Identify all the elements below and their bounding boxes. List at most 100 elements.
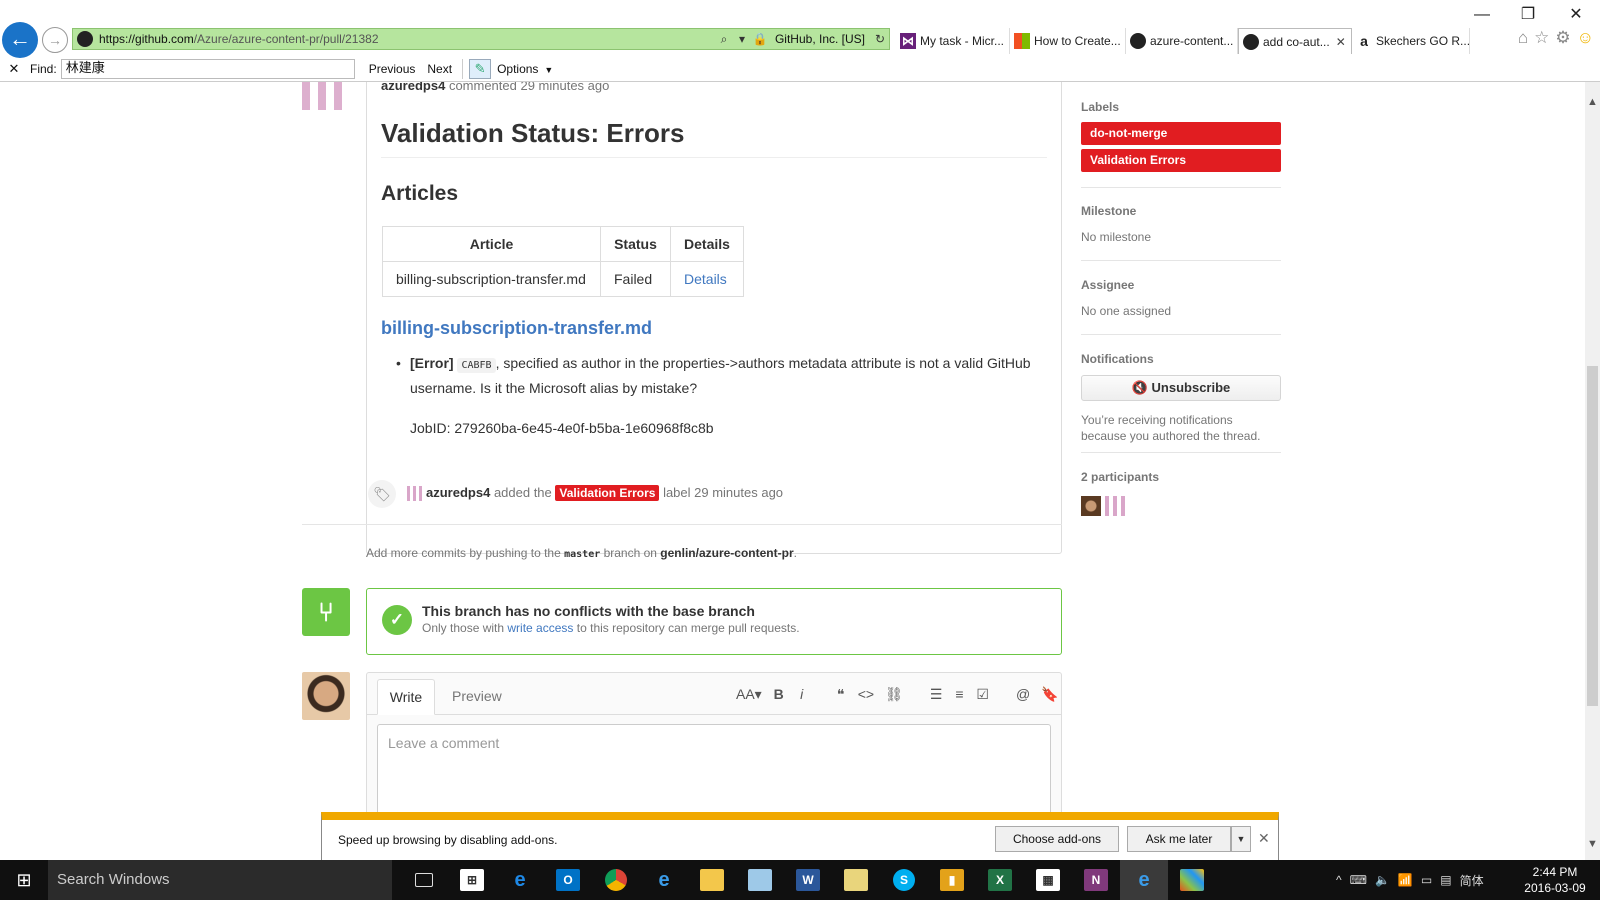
find-next-button[interactable]: Next xyxy=(427,62,452,76)
search-icon[interactable]: ⌕ xyxy=(715,32,733,47)
code-icon[interactable]: <> xyxy=(858,686,874,703)
notes-icon[interactable] xyxy=(736,860,784,900)
tab-my-task[interactable]: ⋈ My task - Micr... xyxy=(896,28,1010,54)
scrollbar[interactable]: ▲ ▼ xyxy=(1585,82,1600,860)
skype-icon[interactable]: S xyxy=(880,860,928,900)
labels-heading[interactable]: Labels xyxy=(1081,100,1119,114)
wifi-icon[interactable]: 📶 xyxy=(1398,873,1413,887)
battery-icon[interactable]: ▭ xyxy=(1421,873,1432,887)
find-previous-button[interactable]: Previous xyxy=(369,62,416,76)
chrome-icon[interactable] xyxy=(592,860,640,900)
quote-icon[interactable]: ❝ xyxy=(835,686,847,703)
notification-reason: You’re receiving notifications because y… xyxy=(1081,413,1261,443)
taskbar-search[interactable]: Search Windows xyxy=(48,860,392,900)
close-icon[interactable]: ✕ xyxy=(1258,830,1270,847)
find-input[interactable]: 林建康 xyxy=(60,59,355,79)
scroll-up-icon[interactable]: ▲ xyxy=(1587,96,1598,108)
avatar[interactable] xyxy=(1081,496,1101,516)
tab-add-co-author[interactable]: add co-aut... ✕ xyxy=(1238,28,1352,54)
dropdown-icon[interactable]: ▾ xyxy=(733,32,751,46)
validation-errors-label[interactable]: Validation Errors xyxy=(555,485,660,501)
avatar[interactable] xyxy=(302,82,342,110)
bookmark-icon[interactable]: 🔖 xyxy=(1041,686,1058,703)
forward-button[interactable]: → xyxy=(42,27,68,53)
volume-icon[interactable]: 🔈 xyxy=(1375,873,1390,887)
close-window-icon[interactable]: ✕ xyxy=(1556,4,1596,26)
onenote-icon[interactable]: N xyxy=(1072,860,1120,900)
file-explorer-icon[interactable] xyxy=(688,860,736,900)
close-find-icon[interactable]: ✕ xyxy=(4,61,24,77)
action-center-icon[interactable]: ▤ xyxy=(1440,873,1451,887)
scroll-down-icon[interactable]: ▼ xyxy=(1587,838,1598,850)
page-content: azuredps4 commented 29 minutes ago Valid… xyxy=(0,82,1585,860)
minimize-icon[interactable]: — xyxy=(1462,4,1502,26)
avatar[interactable] xyxy=(1105,496,1125,516)
comment-timestamp[interactable]: commented 29 minutes ago xyxy=(449,82,609,93)
tab-azure-content[interactable]: azure-content... xyxy=(1126,28,1238,54)
url-text[interactable]: https://github.com/Azure/azure-content-p… xyxy=(99,32,715,46)
bullet-list-icon[interactable]: ☰ xyxy=(930,686,943,703)
choose-addons-button[interactable]: Choose add-ons xyxy=(995,826,1119,852)
task-view-icon[interactable] xyxy=(400,860,448,900)
back-button[interactable]: ← xyxy=(2,22,38,58)
outlook-icon[interactable]: O xyxy=(544,860,592,900)
label-do-not-merge[interactable]: do-not-merge xyxy=(1081,122,1281,145)
bold-icon[interactable]: B xyxy=(773,686,785,703)
write-access-link[interactable]: write access xyxy=(507,621,573,635)
smiley-feedback-icon[interactable]: ☺ xyxy=(1577,28,1594,48)
git-app-icon[interactable] xyxy=(1168,860,1216,900)
app-icon[interactable]: ▮ xyxy=(928,860,976,900)
certificate-label[interactable]: GitHub, Inc. [US] xyxy=(775,32,865,46)
taskbar-apps: ⊞ e O e W S ▮ X ▦ N e xyxy=(400,860,1216,900)
mention-icon[interactable]: @ xyxy=(1016,686,1030,703)
avatar[interactable] xyxy=(407,486,422,501)
ime-indicator[interactable]: 简体 xyxy=(1460,872,1484,889)
show-hidden-icons-icon[interactable]: ^ xyxy=(1336,873,1342,887)
favorites-star-icon[interactable]: ☆ xyxy=(1534,28,1549,48)
event-author[interactable]: azuredps4 xyxy=(426,485,490,500)
tab-write[interactable]: Write xyxy=(377,679,435,715)
home-icon[interactable]: ⌂ xyxy=(1518,28,1528,48)
tab-strip: ⋈ My task - Micr... How to Create... azu… xyxy=(896,28,1470,54)
chevron-down-icon[interactable]: ▼ xyxy=(1231,826,1251,852)
avatar[interactable] xyxy=(302,672,350,720)
refresh-icon[interactable]: ↻ xyxy=(871,32,889,46)
unsubscribe-button[interactable]: 🔇 Unsubscribe xyxy=(1081,375,1281,401)
table-cell: Failed xyxy=(600,261,671,297)
keyboard-icon[interactable]: ⌨ xyxy=(1350,873,1367,887)
restore-icon[interactable]: ❐ xyxy=(1508,4,1548,26)
close-tab-icon[interactable]: ✕ xyxy=(1336,35,1346,49)
store-icon[interactable]: ⊞ xyxy=(448,860,496,900)
calculator-icon[interactable]: ▦ xyxy=(1024,860,1072,900)
label-validation-errors[interactable]: Validation Errors xyxy=(1081,149,1281,172)
numbered-list-icon[interactable]: ≡ xyxy=(953,686,965,703)
tab-label: How to Create... xyxy=(1034,34,1121,48)
file-link[interactable]: billing-subscription-transfer.md xyxy=(381,318,652,339)
comment-author[interactable]: azuredps4 xyxy=(381,82,445,93)
highlight-pencil-icon[interactable]: ✎ xyxy=(469,59,492,79)
ask-me-later-button[interactable]: Ask me later xyxy=(1127,826,1231,852)
details-link[interactable]: Details xyxy=(670,261,744,297)
address-bar[interactable]: https://github.com/Azure/azure-content-p… xyxy=(72,28,890,50)
edge-icon[interactable]: e xyxy=(496,860,544,900)
folder-icon[interactable] xyxy=(832,860,880,900)
task-list-icon[interactable]: ☑ xyxy=(976,686,989,703)
excel-icon[interactable]: X xyxy=(976,860,1024,900)
tab-preview[interactable]: Preview xyxy=(452,679,502,715)
repo-name: genlin/azure-content-pr xyxy=(660,546,794,560)
internet-explorer-active-icon[interactable]: e xyxy=(1120,860,1168,900)
windows-start-icon[interactable]: ⊞ xyxy=(0,860,48,900)
link-icon[interactable]: ⛓ xyxy=(885,686,903,703)
find-options-button[interactable]: Options ▼ xyxy=(497,62,553,76)
assignee-heading[interactable]: Assignee xyxy=(1081,278,1134,292)
tab-how-to-create[interactable]: How to Create... xyxy=(1010,28,1126,54)
scroll-thumb[interactable] xyxy=(1587,366,1598,706)
milestone-heading[interactable]: Milestone xyxy=(1081,204,1136,218)
settings-gear-icon[interactable]: ⚙ xyxy=(1555,28,1570,48)
internet-explorer-icon[interactable]: e xyxy=(640,860,688,900)
italic-icon[interactable]: i xyxy=(796,686,808,703)
tab-skechers[interactable]: a Skechers GO R... xyxy=(1352,28,1470,54)
text-size-icon[interactable]: AA▾ xyxy=(736,686,762,703)
word-icon[interactable]: W xyxy=(784,860,832,900)
taskbar-clock[interactable]: 2:44 PM 2016-03-09 xyxy=(1520,864,1590,896)
